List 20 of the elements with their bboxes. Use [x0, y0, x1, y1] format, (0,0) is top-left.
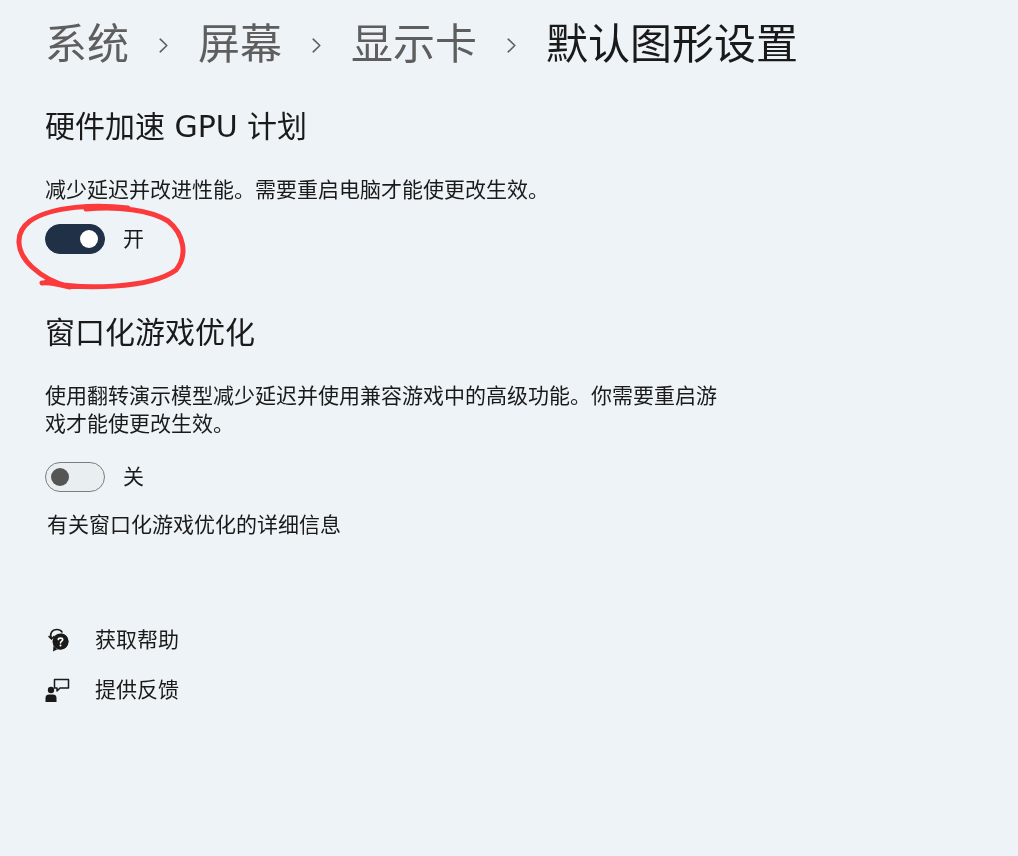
get-help-link[interactable]: 获取帮助: [45, 626, 179, 654]
toggle-switch[interactable]: [45, 462, 105, 492]
chevron-right-icon: [507, 37, 516, 53]
breadcrumb-link[interactable]: 系统: [45, 18, 129, 72]
feedback-link[interactable]: 提供反馈: [45, 676, 179, 704]
details-link[interactable]: 有关窗口化游戏优化的详细信息: [47, 511, 341, 539]
section-title: 硬件加速 GPU 计划: [45, 108, 308, 146]
help-bubble-icon: [45, 627, 70, 653]
toggle-state-label: 开: [123, 226, 144, 253]
toggle-switch[interactable]: [45, 224, 105, 254]
description-text: 减少延迟并改进性能。需要重启电脑才能使更改生效。: [45, 177, 550, 204]
description-text: 使用翻转演示模型减少延迟并使用兼容游戏中的高级功能。你需要重启游戏才能使更改生效。: [45, 383, 718, 438]
toggle-state-label: 关: [123, 464, 144, 491]
section-title: 窗口化游戏优化: [45, 314, 255, 352]
chevron-right-icon: [159, 37, 168, 53]
breadcrumb-link[interactable]: 显示卡: [351, 18, 477, 72]
breadcrumb-link[interactable]: 屏幕: [198, 18, 282, 72]
person-speech-bubble-icon: [45, 677, 70, 703]
page-title: 默认图形设置: [546, 19, 798, 71]
chevron-right-icon: [312, 37, 321, 53]
